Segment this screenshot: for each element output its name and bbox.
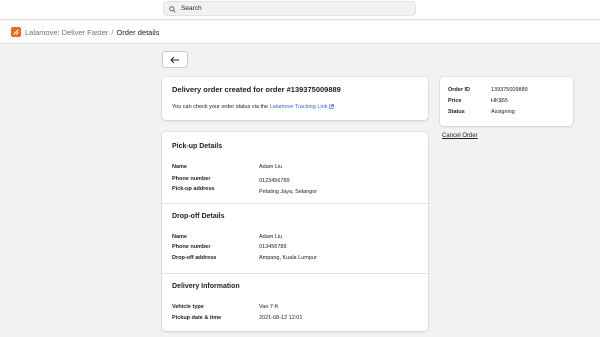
order-id-value: 139375009889 — [491, 87, 528, 93]
pickup-datetime-label: Pickup date & time — [172, 315, 222, 321]
price-row: Price HK$55 — [448, 96, 565, 107]
dropoff-address-label: Drop-off address — [172, 255, 217, 261]
arrow-left-icon — [170, 51, 180, 69]
banner-text: You can check your order status via the … — [172, 104, 418, 110]
pickup-datetime-value: 2021-08-12 12:01 — [259, 315, 303, 321]
tracking-link-label: Lalamove Tracking Link — [269, 104, 328, 110]
order-details-card: Pick-up Details Name Adam Liu Phone numbe… — [162, 132, 428, 331]
delivery-section-title: Delivery Information — [172, 283, 240, 290]
dropoff-phone-row: Phone number 013456789 — [172, 244, 287, 250]
dropoff-section-title: Drop-off Details — [172, 213, 225, 220]
price-value: HK$55 — [491, 98, 508, 104]
dropoff-name-value: Adam Liu — [259, 234, 283, 240]
back-button[interactable] — [162, 51, 188, 68]
top-bar — [0, 0, 600, 20]
search-box[interactable] — [163, 1, 416, 16]
vehicle-value: Van 7-ft — [259, 304, 278, 310]
order-created-banner: Delivery order created for order #139375… — [162, 77, 428, 120]
banner-title: Delivery order created for order #139375… — [172, 85, 341, 94]
breadcrumb-separator: / — [111, 27, 114, 37]
search-icon — [169, 0, 176, 18]
pickup-name-row: Name Adam Liu — [172, 164, 282, 170]
status-value: Assigning — [491, 109, 515, 115]
dropoff-phone-label: Phone number — [172, 244, 211, 250]
order-id-label: Order ID — [448, 87, 471, 93]
pickup-address-value: Petaling Jaya, Selangor — [259, 189, 318, 195]
breadcrumb-current: Order details — [116, 27, 160, 37]
breadcrumb-app-link[interactable]: Lalamove: Deliver Faster — [25, 28, 108, 37]
vehicle-label: Vehicle type — [172, 304, 204, 310]
section-divider — [162, 203, 428, 204]
search-input[interactable] — [181, 5, 401, 12]
pickup-address-label: Pick-up address — [172, 186, 215, 192]
banner-message: You can check your order status via the — [172, 104, 269, 110]
pickup-address-row: Pick-up address Petaling Jaya, Selangor — [172, 186, 317, 195]
pickup-phone-label: Phone number — [172, 176, 211, 182]
cancel-order-link[interactable]: Cancel Order — [442, 133, 478, 139]
dropoff-phone-value: 013456789 — [259, 244, 287, 250]
order-summary-card: Order ID 139375009889 Price HK$55 Status As… — [440, 77, 573, 126]
price-label: Price — [448, 98, 462, 104]
dropoff-address-row: Drop-off address Ampang, Kuala Lumpur — [172, 255, 317, 261]
status-label: Status — [448, 109, 465, 115]
order-id-row: Order ID 139375009889 — [448, 85, 565, 96]
breadcrumb: Lalamove: Deliver Faster / Order details — [0, 21, 600, 44]
pickup-phone-value: 0123456789 — [259, 178, 290, 184]
external-link-icon — [329, 104, 335, 109]
dropoff-name-label: Name — [172, 234, 187, 240]
pickup-phone-row: Phone number 0123456789 — [172, 176, 290, 184]
dropoff-address-value: Ampang, Kuala Lumpur — [259, 255, 317, 261]
pickup-section-title: Pick-up Details — [172, 143, 223, 150]
dropoff-name-row: Name Adam Liu — [172, 234, 282, 240]
status-row: Status Assigning — [448, 107, 565, 118]
section-divider — [162, 273, 428, 274]
tracking-link[interactable]: Lalamove Tracking Link — [270, 104, 335, 110]
pickup-name-value: Adam Liu — [259, 164, 283, 170]
pickup-name-label: Name — [172, 164, 187, 170]
pickup-datetime-row: Pickup date & time 2021-08-12 12:01 — [172, 315, 302, 321]
vehicle-row: Vehicle type Van 7-ft — [172, 304, 278, 310]
lalamove-logo-icon — [11, 27, 21, 37]
